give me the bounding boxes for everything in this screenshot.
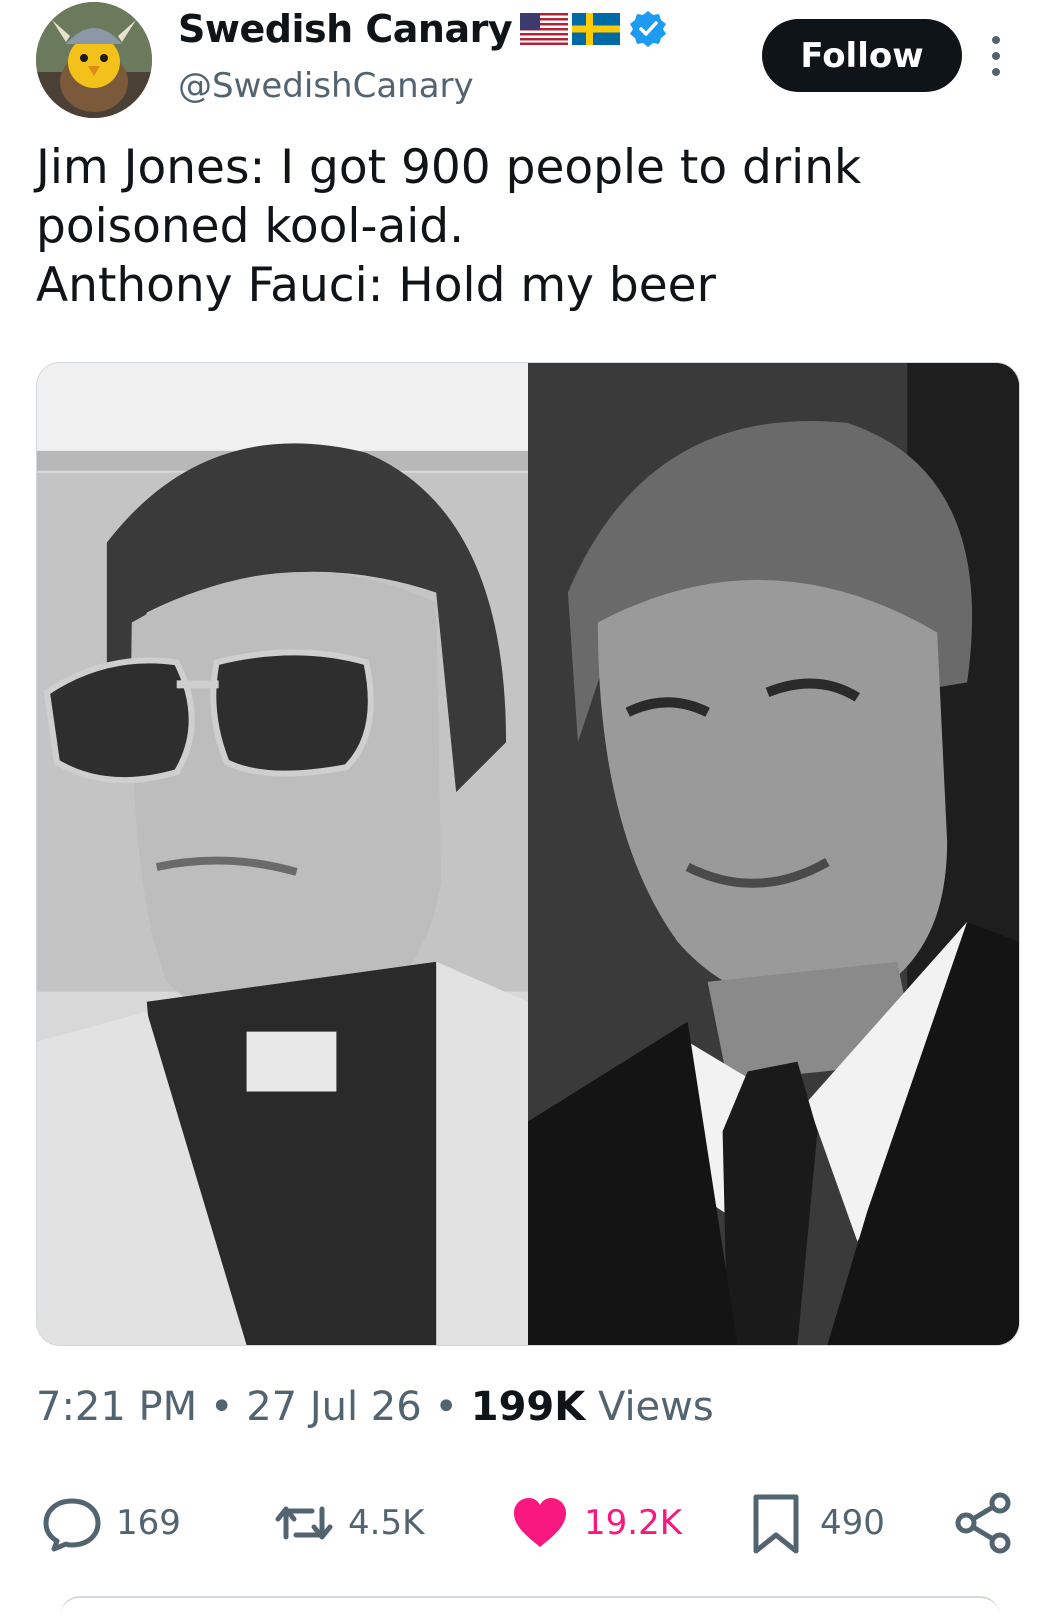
views-count: 199K: [470, 1384, 586, 1430]
repost-icon: [275, 1506, 333, 1540]
more-options-icon[interactable]: [984, 34, 1008, 78]
bookmark-count: 490: [820, 1503, 885, 1543]
sweden-flag-icon: [572, 13, 621, 45]
author-handle[interactable]: @SwedishCanary: [178, 66, 474, 106]
verified-badge-icon[interactable]: [628, 9, 668, 49]
repost-button[interactable]: 4.5K: [272, 1488, 424, 1558]
reply-count: 169: [116, 1503, 181, 1543]
tweet-line: poisoned kool-aid.: [36, 199, 465, 254]
meta-separator: •: [434, 1384, 459, 1430]
tweet-text: Jim Jones: I got 900 people to drink poi…: [36, 138, 996, 315]
portrait-photo-left: [37, 363, 528, 1345]
tweet-media[interactable]: [36, 362, 1020, 1346]
portrait-photo-right: [528, 363, 1019, 1345]
tweet-line: Jim Jones: I got 900 people to drink: [36, 140, 862, 195]
reply-icon: [43, 1498, 101, 1552]
like-count: 19.2K: [584, 1503, 682, 1543]
tweet-actions: 169 4.5K 19.2K 490: [40, 1488, 1020, 1558]
tweet-line: Anthony Fauci: Hold my beer: [36, 258, 716, 313]
share-icon: [955, 1492, 1011, 1554]
follow-button[interactable]: Follow: [762, 19, 962, 92]
share-button[interactable]: [952, 1488, 1016, 1558]
views-label: Views: [597, 1384, 714, 1430]
canary-viking-avatar-icon: [36, 2, 152, 118]
repost-count: 4.5K: [348, 1503, 425, 1543]
media-photo-left[interactable]: [37, 363, 528, 1345]
tweet-time[interactable]: 7:21 PM: [36, 1384, 197, 1430]
tweet-meta: 7:21 PM • 27 Jul 26 • 199K Views: [36, 1384, 714, 1430]
avatar[interactable]: [36, 2, 152, 118]
author-display-name[interactable]: Swedish Canary: [178, 7, 513, 51]
bookmark-button[interactable]: 490: [744, 1488, 885, 1558]
heart-icon: [514, 1498, 566, 1547]
meta-separator: •: [209, 1384, 234, 1430]
reply-button[interactable]: 169: [40, 1488, 181, 1558]
tweet-date[interactable]: 27 Jul 26: [246, 1384, 422, 1430]
reply-composer-edge: [60, 1596, 1000, 1618]
us-flag-icon: [520, 13, 569, 45]
like-button[interactable]: 19.2K: [508, 1488, 682, 1558]
media-photo-right[interactable]: [528, 363, 1019, 1345]
author-name-row: Swedish Canary: [178, 6, 668, 52]
bookmark-icon: [753, 1494, 799, 1554]
